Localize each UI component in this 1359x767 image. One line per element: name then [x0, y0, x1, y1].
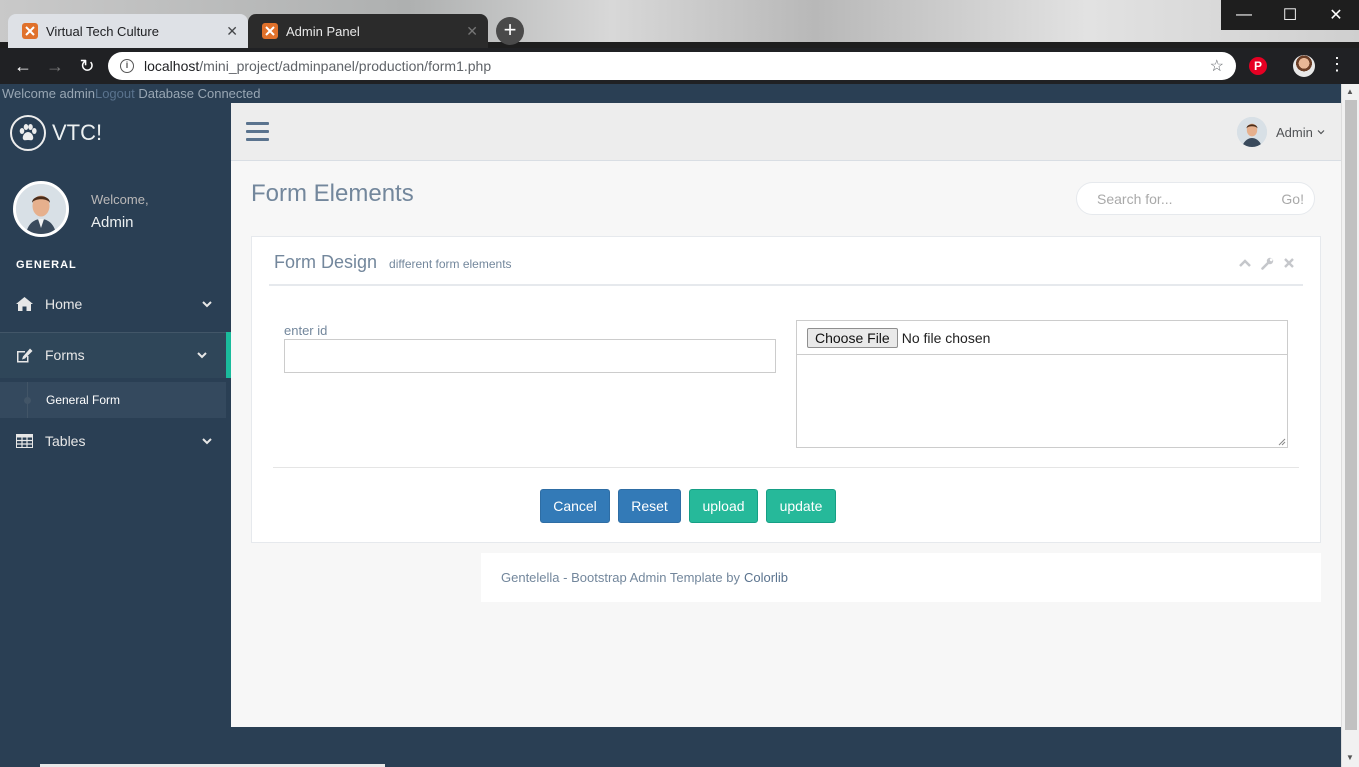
close-window-icon[interactable]: ✕ [1313, 0, 1359, 30]
file-status-text: No file chosen [901, 329, 991, 346]
scrollbar-thumb[interactable] [1345, 100, 1357, 730]
profile-username: Admin [91, 214, 134, 231]
url-path: /mini_project/adminpanel/production/form… [199, 58, 492, 74]
update-button[interactable]: update [766, 489, 836, 523]
profile-avatar [13, 181, 69, 237]
sidebar-item-label: Home [45, 296, 83, 312]
chevron-down-icon [202, 301, 212, 308]
footer-text: Gentelella - Bootstrap Admin Template by [501, 570, 740, 585]
address-url[interactable]: localhost/mini_project/adminpanel/produc… [144, 58, 1210, 74]
welcome-label: Welcome, [91, 192, 149, 207]
paw-icon [10, 115, 46, 151]
tab-close-icon[interactable]: ✕ [226, 23, 238, 40]
chevron-down-icon [197, 352, 207, 359]
scroll-up-icon[interactable]: ▲ [1346, 87, 1354, 96]
resize-grip-icon[interactable] [1278, 438, 1286, 446]
menu-toggle-icon[interactable] [246, 122, 269, 142]
sidebar-item-forms[interactable]: Forms [0, 332, 231, 378]
sidebar-item-home[interactable]: Home [0, 281, 231, 327]
site-info-icon[interactable]: i [120, 59, 134, 73]
panel-divider [269, 284, 1303, 286]
browser-tab-admin-panel[interactable]: Admin Panel ✕ [248, 14, 488, 48]
footer-link[interactable]: Colorlib [744, 570, 788, 585]
edit-icon [16, 347, 34, 363]
upload-button[interactable]: upload [689, 489, 758, 523]
browser-toolbar: ← → ↻ i localhost/mini_project/adminpane… [0, 48, 1359, 84]
home-icon [16, 296, 34, 312]
browser-tab-virtual-tech-culture[interactable]: Virtual Tech Culture ✕ [8, 14, 248, 48]
user-avatar [1237, 117, 1267, 147]
form-divider [273, 467, 1299, 468]
chevron-down-icon [1317, 130, 1325, 135]
maximize-window-icon[interactable]: ☐ [1267, 0, 1313, 30]
xampp-favicon-icon [262, 23, 278, 39]
chevron-down-icon [202, 438, 212, 445]
user-name: Admin [1276, 124, 1313, 140]
sidebar: VTC! Welcome, Admin GENERAL Home Forms G… [0, 103, 231, 767]
reload-icon[interactable]: ↻ [74, 54, 100, 78]
page: Welcome adminLogout Database Connected V… [0, 84, 1341, 767]
brand-name: VTC! [52, 120, 103, 145]
id-field-label: enter id [284, 323, 328, 338]
collapse-icon[interactable] [1238, 256, 1252, 270]
url-host: localhost [144, 58, 200, 74]
choose-file-button[interactable]: Choose File [807, 327, 898, 348]
reset-button[interactable]: Reset [618, 489, 681, 523]
panel-title: Form Design different form elements [274, 252, 512, 273]
panel-title-text: Form Design [274, 252, 378, 272]
sidebar-item-tables[interactable]: Tables [0, 418, 231, 464]
tab-label: Admin Panel [286, 23, 360, 39]
top-navbar: Admin [231, 103, 1341, 161]
status-line: Welcome adminLogout Database Connected [2, 86, 261, 101]
new-tab-button[interactable]: + [496, 17, 524, 45]
footer: Gentelella - Bootstrap Admin Template by… [481, 553, 1321, 602]
db-status-text: Database Connected [134, 86, 261, 101]
forward-arrow-icon[interactable]: → [42, 54, 68, 78]
pinterest-extension-icon[interactable]: P [1249, 57, 1267, 75]
panel-subtitle: different form elements [389, 257, 512, 271]
bookmark-star-icon[interactable]: ☆ [1210, 56, 1224, 76]
search-go-button[interactable]: Go! [1281, 191, 1304, 207]
back-arrow-icon[interactable]: ← [10, 54, 36, 78]
address-bar[interactable]: i localhost/mini_project/adminpanel/prod… [108, 52, 1236, 80]
brand[interactable]: VTC! [10, 115, 102, 151]
cancel-button[interactable]: Cancel [540, 489, 610, 523]
profile-avatar-icon[interactable] [1293, 55, 1315, 77]
welcome-text: Welcome admin [2, 86, 95, 101]
search-box: Go! [1076, 182, 1315, 215]
sidebar-item-label: Tables [45, 433, 86, 449]
id-input[interactable] [284, 339, 776, 373]
search-input[interactable] [1097, 190, 1282, 207]
page-title: Form Elements [251, 180, 414, 207]
minimize-window-icon[interactable]: — [1221, 0, 1267, 30]
sidebar-subitem-general-form[interactable]: General Form [0, 382, 226, 418]
table-icon [16, 433, 34, 449]
menu-section-title: GENERAL [16, 259, 77, 271]
submenu-label: General Form [46, 393, 121, 407]
sidebar-item-label: Forms [45, 347, 85, 363]
main-content: Form Elements Go! Form Design different f… [231, 161, 1341, 727]
close-icon[interactable] [1282, 256, 1296, 270]
user-dropdown[interactable]: Admin [1237, 117, 1325, 147]
form-panel: Form Design different form elements enter… [251, 236, 1321, 543]
description-textarea[interactable] [796, 354, 1288, 448]
xampp-favicon-icon [22, 23, 38, 39]
page-scrollbar[interactable]: ▲ ▼ [1341, 84, 1359, 767]
wrench-icon[interactable] [1260, 256, 1274, 270]
scroll-down-icon[interactable]: ▼ [1346, 753, 1354, 762]
submenu-bullet [24, 397, 31, 404]
tab-close-icon[interactable]: ✕ [466, 23, 478, 40]
browser-menu-icon[interactable]: ⋮ [1328, 54, 1346, 75]
tab-label: Virtual Tech Culture [46, 23, 159, 39]
logout-link[interactable]: Logout [95, 86, 135, 101]
file-input[interactable]: Choose File No file chosen [796, 320, 1288, 355]
panel-toolbox [1238, 256, 1296, 270]
